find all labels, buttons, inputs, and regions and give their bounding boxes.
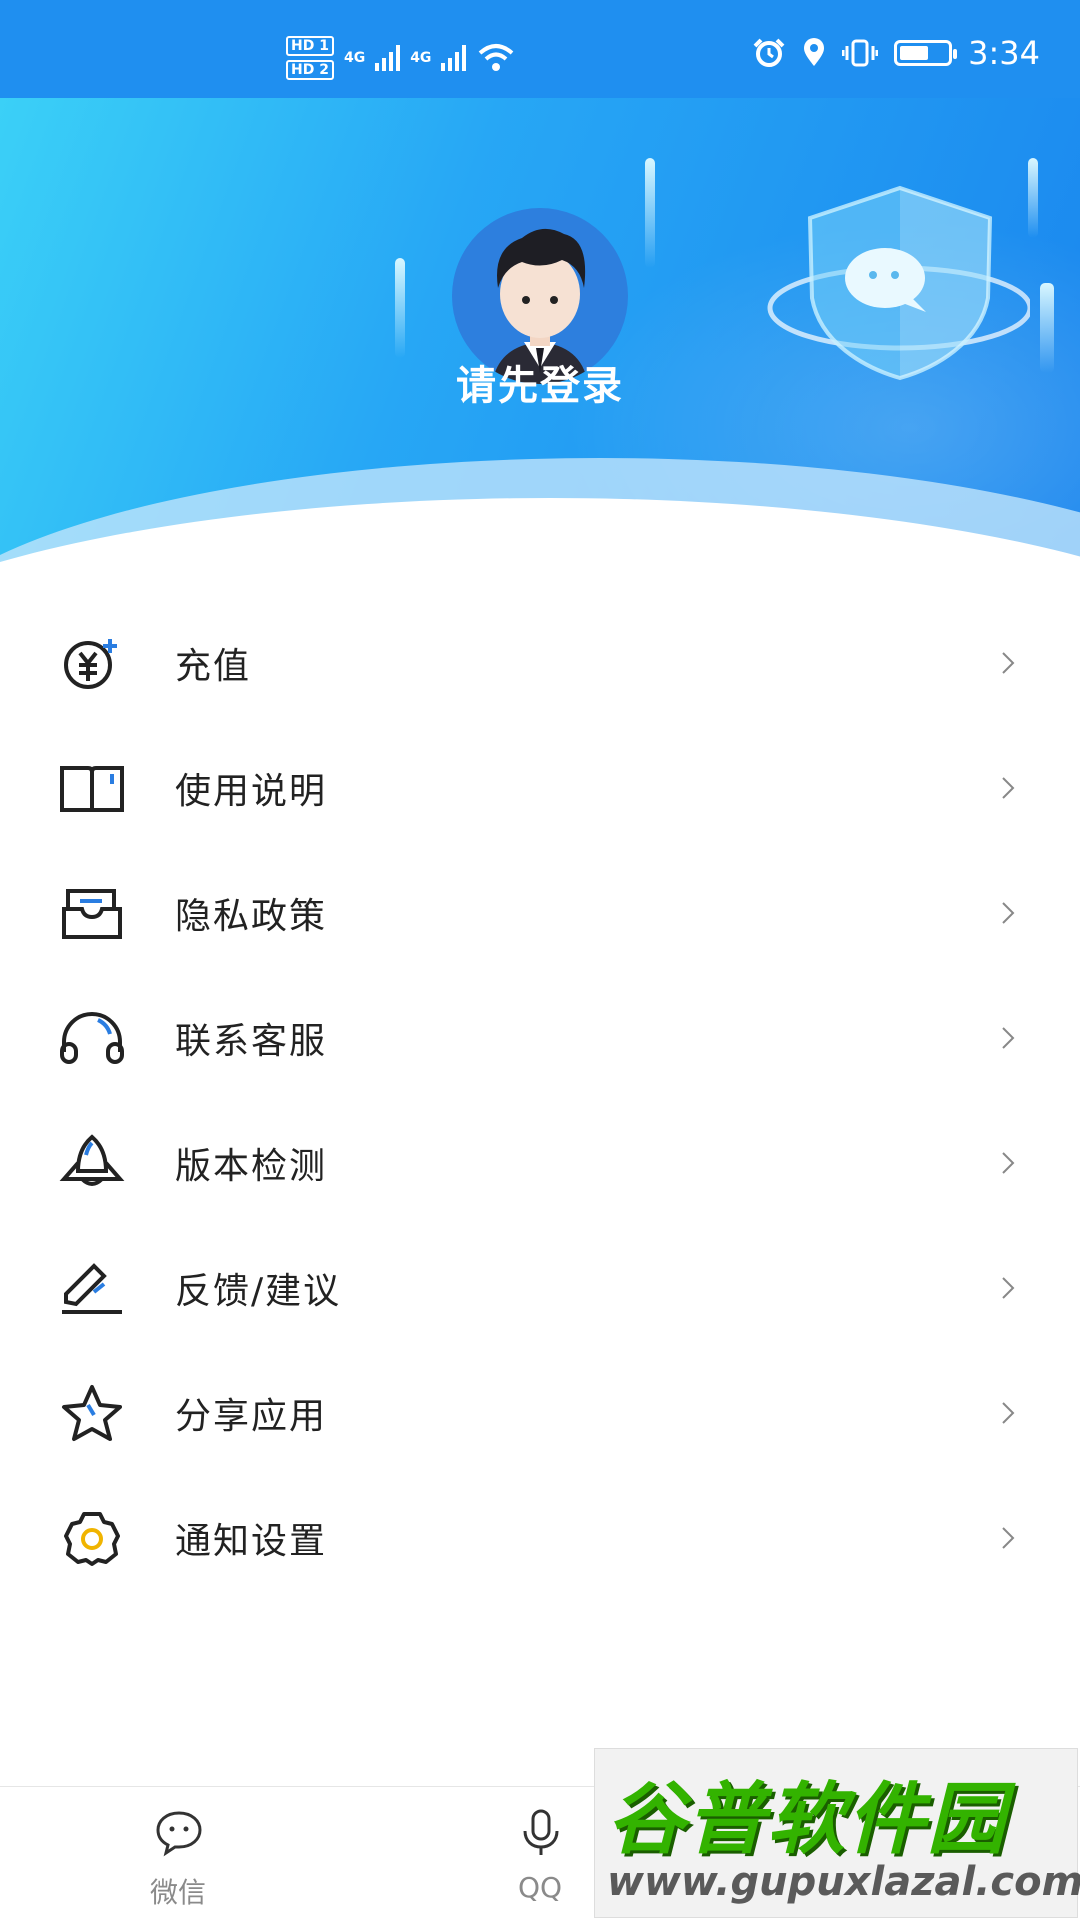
chevron-right-icon <box>1002 776 1015 799</box>
menu-label: 通知设置 <box>175 1520 328 1562</box>
menu-item-instructions[interactable]: 使用说明 <box>0 725 1080 850</box>
status-left: HD 1 HD 2 4G 4G <box>286 36 516 80</box>
decor-bar <box>395 258 405 358</box>
signal-icon <box>441 45 467 71</box>
menu-item-version[interactable]: 版本检测 <box>0 1100 1080 1225</box>
location-icon <box>804 38 825 66</box>
battery-icon <box>894 40 958 66</box>
status-right: 3:34 <box>752 34 1040 72</box>
menu-item-feedback[interactable]: 反馈/建议 <box>0 1225 1080 1350</box>
menu-item-recharge[interactable]: 充值 <box>0 600 1080 725</box>
gear-icon <box>64 1511 120 1566</box>
hd1-badge: HD 1 <box>286 36 334 56</box>
menu-label: 使用说明 <box>175 770 328 812</box>
rocket-icon <box>59 1133 125 1186</box>
network-type-1: 4G <box>343 50 366 66</box>
network-type-2: 4G <box>410 50 432 66</box>
chevron-right-icon <box>1002 1276 1015 1299</box>
menu-label: 分享应用 <box>175 1395 328 1437</box>
tab-wechat[interactable]: 微信 <box>78 1787 278 1921</box>
inbox-icon <box>62 888 122 939</box>
clock: 3:34 <box>968 34 1040 72</box>
watermark: 谷普软件园 www.gupuxlazal.com <box>594 1748 1080 1918</box>
wifi-icon <box>479 44 514 71</box>
microphone-icon <box>523 1809 559 1855</box>
menu-label: 隐私政策 <box>175 895 328 937</box>
vibrate-icon <box>842 39 879 67</box>
chevron-right-icon <box>1002 1526 1015 1549</box>
menu-item-share[interactable]: 分享应用 <box>0 1350 1080 1475</box>
menu-item-notifications[interactable]: 通知设置 <box>0 1475 1080 1600</box>
chevron-right-icon <box>1002 1401 1015 1424</box>
book-icon <box>60 765 124 812</box>
chevron-right-icon <box>1002 901 1015 924</box>
menu-label: 联系客服 <box>175 1020 328 1062</box>
star-icon <box>62 1384 122 1441</box>
menu-label: 反馈/建议 <box>175 1270 342 1312</box>
menu-item-support[interactable]: 联系客服 <box>0 975 1080 1100</box>
alarm-icon <box>753 38 785 67</box>
wechat-icon <box>156 1811 202 1857</box>
login-prompt[interactable]: 请先登录 <box>0 353 1080 411</box>
chevron-right-icon <box>1002 1151 1015 1174</box>
settings-menu: 充值 使用说明 隐私政策 联系客服 版本检测 反馈/建议 分享应用 通知设置 <box>0 600 1080 1600</box>
tab-label: 微信 <box>149 1876 206 1909</box>
menu-label: 充值 <box>175 645 252 687</box>
menu-item-privacy[interactable]: 隐私政策 <box>0 850 1080 975</box>
watermark-title: 谷普软件园 <box>607 1775 1008 1865</box>
edit-icon <box>62 1262 122 1314</box>
status-bar: HD 1 HD 2 4G 4G 3:34 <box>0 0 1080 98</box>
headset-icon <box>60 1011 124 1064</box>
menu-label: 版本检测 <box>175 1145 328 1187</box>
decor-bar <box>645 158 655 268</box>
hd2-badge: HD 2 <box>286 60 334 80</box>
chevron-right-icon <box>1002 651 1015 674</box>
signal-icon <box>375 45 401 71</box>
yuan-add-icon <box>64 638 117 689</box>
profile-header: 请先登录 <box>0 98 1080 568</box>
chevron-right-icon <box>1002 1026 1015 1049</box>
watermark-url: www.gupuxlazal.com <box>607 1859 1080 1905</box>
